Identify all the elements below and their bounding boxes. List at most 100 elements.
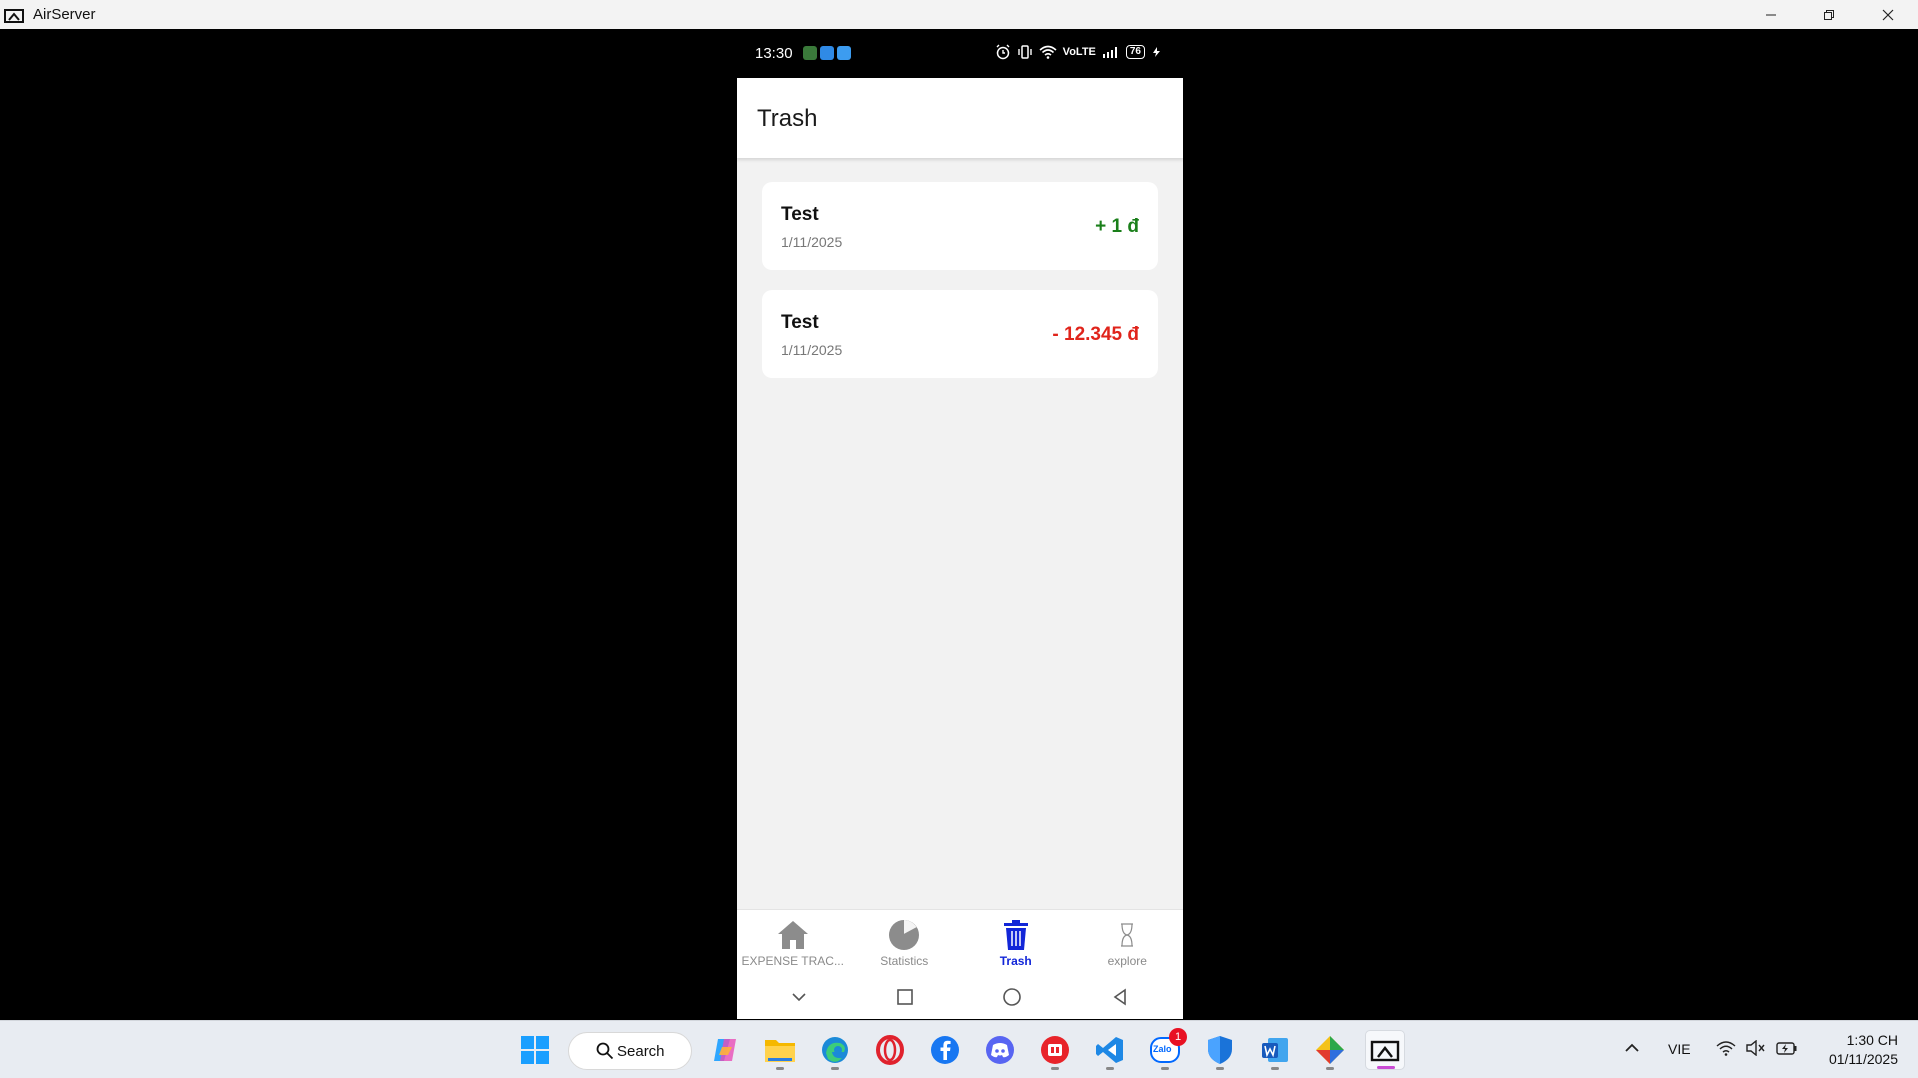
hourglass-icon: [1110, 918, 1144, 952]
windows-taskbar: Search Zalo 1 VIE 1:30 CH 01/11/2025: [0, 1020, 1918, 1078]
wifi-icon: [1039, 45, 1057, 59]
discord-icon: [986, 1036, 1014, 1064]
edge-icon: [822, 1037, 848, 1063]
file-explorer-app[interactable]: [760, 1030, 800, 1070]
back-button[interactable]: [1111, 988, 1129, 1006]
network-type-label: VoLTE: [1062, 46, 1096, 58]
volume-muted-icon[interactable]: [1745, 1040, 1765, 1056]
zalo-app[interactable]: Zalo 1: [1145, 1028, 1187, 1070]
transaction-card[interactable]: Test 1/11/2025 - 12.345 đ: [762, 290, 1158, 378]
phone-screen: Trash Test 1/11/2025 + 1 đ Test 1/11/202…: [737, 78, 1183, 1019]
trash-icon: [999, 918, 1033, 952]
nav-item-explore[interactable]: explore: [1072, 910, 1184, 975]
running-indicator: [1326, 1067, 1334, 1070]
git-gui-app[interactable]: [1310, 1030, 1350, 1070]
battery-charging-icon[interactable]: [1776, 1040, 1798, 1056]
facebook-icon: [931, 1036, 959, 1064]
airserver-app[interactable]: [1365, 1030, 1405, 1070]
vscode-app[interactable]: [1090, 1030, 1130, 1070]
minimize-button[interactable]: [1742, 0, 1800, 29]
battery-icon: 76: [1125, 45, 1145, 59]
transaction-name: Test: [781, 204, 819, 225]
app-bar: Trash: [737, 78, 1183, 158]
running-indicator: [1106, 1067, 1114, 1070]
bottom-navigation: EXPENSE TRAC... Statistics Trash explore: [737, 909, 1183, 975]
phone-clock: 13:30: [755, 45, 793, 62]
word-app[interactable]: [1255, 1030, 1295, 1070]
office-icon: [1041, 1036, 1069, 1064]
language-indicator[interactable]: VIE: [1668, 1041, 1691, 1057]
facebook-app[interactable]: [925, 1030, 965, 1070]
zalo-label: Zalo: [1153, 1044, 1172, 1054]
folder-icon: [765, 1040, 795, 1062]
git-diamond-icon: [1316, 1036, 1344, 1064]
android-system-nav: [737, 975, 1183, 1019]
charging-icon: [1153, 47, 1160, 57]
copilot-app[interactable]: [705, 1030, 745, 1070]
start-button[interactable]: [515, 1030, 555, 1070]
active-indicator: [1377, 1066, 1395, 1069]
page-title: Trash: [757, 105, 818, 132]
window-titlebar: AirServer: [0, 0, 1918, 29]
taskbar-search[interactable]: Search: [568, 1032, 692, 1070]
notification-icons: [803, 46, 851, 60]
notification-app-icon: [803, 46, 817, 60]
transaction-amount: - 12.345 đ: [1052, 324, 1139, 345]
nav-item-trash[interactable]: Trash: [960, 910, 1072, 975]
vscode-icon: [1096, 1037, 1123, 1063]
system-status-icons: VoLTE 76: [995, 44, 1163, 60]
airserver-logo-icon: [1370, 1040, 1400, 1062]
windows-logo-icon: [521, 1036, 549, 1064]
transaction-card[interactable]: Test 1/11/2025 + 1 đ: [762, 182, 1158, 270]
copilot-icon: [714, 1039, 736, 1061]
restore-button[interactable]: [1800, 0, 1858, 29]
minimize-icon: [1766, 14, 1776, 15]
word-icon: [1262, 1038, 1288, 1062]
chevron-up-icon[interactable]: [1624, 1043, 1640, 1053]
running-indicator: [1051, 1067, 1059, 1070]
wifi-icon[interactable]: [1716, 1040, 1736, 1056]
transaction-name: Test: [781, 312, 819, 333]
clock-date: 01/11/2025: [1828, 1051, 1898, 1067]
office-app[interactable]: [1035, 1030, 1075, 1070]
battery-level: 76: [1129, 46, 1141, 57]
airserver-logo-icon: [4, 8, 24, 23]
search-label: Search: [617, 1042, 665, 1060]
taskbar-clock[interactable]: 1:30 CH 01/11/2025: [1829, 1031, 1898, 1069]
recents-button[interactable]: [896, 988, 914, 1006]
running-indicator: [1161, 1067, 1169, 1070]
defender-app[interactable]: [1200, 1030, 1240, 1070]
close-button[interactable]: [1858, 0, 1918, 29]
transaction-date: 1/11/2025: [781, 234, 843, 250]
transaction-date: 1/11/2025: [781, 342, 843, 358]
shield-icon: [1208, 1036, 1232, 1064]
nav-label: Trash: [999, 954, 1032, 968]
transaction-amount: + 1 đ: [1095, 216, 1139, 237]
restore-icon: [1824, 9, 1834, 20]
edge-app[interactable]: [815, 1030, 855, 1070]
alarm-icon: [996, 44, 1010, 60]
discord-app[interactable]: [980, 1030, 1020, 1070]
chevron-down-icon[interactable]: [791, 992, 807, 1002]
nav-label: explore: [1107, 954, 1147, 968]
notification-app-icon: [820, 46, 834, 60]
nav-label: EXPENSE TRAC...: [741, 954, 844, 968]
opera-icon: [876, 1035, 904, 1065]
vibrate-icon: [1017, 45, 1032, 59]
opera-app[interactable]: [870, 1030, 910, 1070]
search-icon: [596, 1042, 614, 1060]
nav-item-home[interactable]: EXPENSE TRAC...: [737, 910, 849, 975]
pie-chart-icon: [887, 918, 921, 952]
close-icon: [1882, 9, 1894, 20]
home-icon: [776, 918, 810, 952]
clock-time: 1:30 CH: [1846, 1032, 1898, 1048]
nav-item-statistics[interactable]: Statistics: [849, 910, 961, 975]
home-button[interactable]: [1002, 987, 1022, 1007]
running-indicator: [776, 1067, 784, 1070]
notification-badge: 1: [1169, 1028, 1187, 1046]
running-indicator: [831, 1067, 839, 1070]
running-indicator: [1271, 1067, 1279, 1070]
signal-icon: [1102, 47, 1117, 58]
notification-app-icon: [837, 46, 851, 60]
nav-label: Statistics: [880, 954, 929, 968]
